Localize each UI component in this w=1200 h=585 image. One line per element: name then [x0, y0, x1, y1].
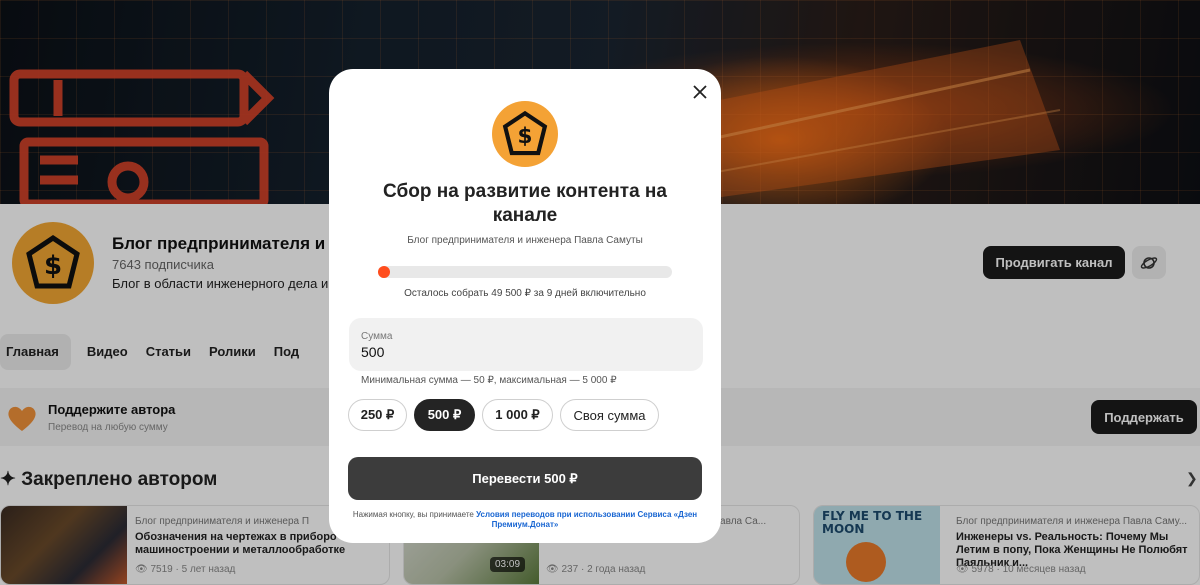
close-icon — [693, 85, 707, 99]
modal-subtitle: Блог предпринимателя и инженера Павла Са… — [407, 235, 643, 246]
amount-presets: 250 ₽ 500 ₽ 1 000 ₽ Своя сумма — [348, 399, 666, 431]
terms-text: Нажимая кнопку, вы принимаете Условия пе… — [347, 510, 703, 530]
amount-label: Сумма — [361, 331, 393, 342]
close-button[interactable] — [689, 81, 711, 103]
dollar-shield-icon: $ — [502, 110, 548, 156]
custom-amount-button[interactable]: Своя сумма — [560, 399, 659, 431]
progress-fill — [378, 266, 390, 278]
amount-input[interactable]: Сумма 500 — [349, 318, 703, 371]
preset-250-button[interactable]: 250 ₽ — [348, 399, 407, 431]
donation-modal: $ Сбор на развитие контента на канале Бл… — [329, 69, 721, 543]
preset-1000-button[interactable]: 1 000 ₽ — [482, 399, 553, 431]
preset-500-button[interactable]: 500 ₽ — [414, 399, 475, 431]
channel-logo: $ — [492, 101, 558, 167]
amount-limits: Минимальная сумма — 50 ₽, максимальная —… — [361, 375, 617, 386]
transfer-button[interactable]: Перевести 500 ₽ — [348, 457, 702, 500]
modal-title: Сбор на развитие контента на канале — [383, 181, 667, 226]
fundraising-progress — [378, 266, 672, 278]
remaining-text: Осталось собрать 49 500 ₽ за 9 дней вклю… — [404, 288, 646, 299]
terms-link[interactable]: Условия переводов при использовании Серв… — [476, 510, 697, 529]
amount-value[interactable]: 500 — [361, 344, 384, 360]
svg-text:$: $ — [518, 124, 533, 149]
terms-prefix: Нажимая кнопку, вы принимаете — [352, 510, 474, 519]
